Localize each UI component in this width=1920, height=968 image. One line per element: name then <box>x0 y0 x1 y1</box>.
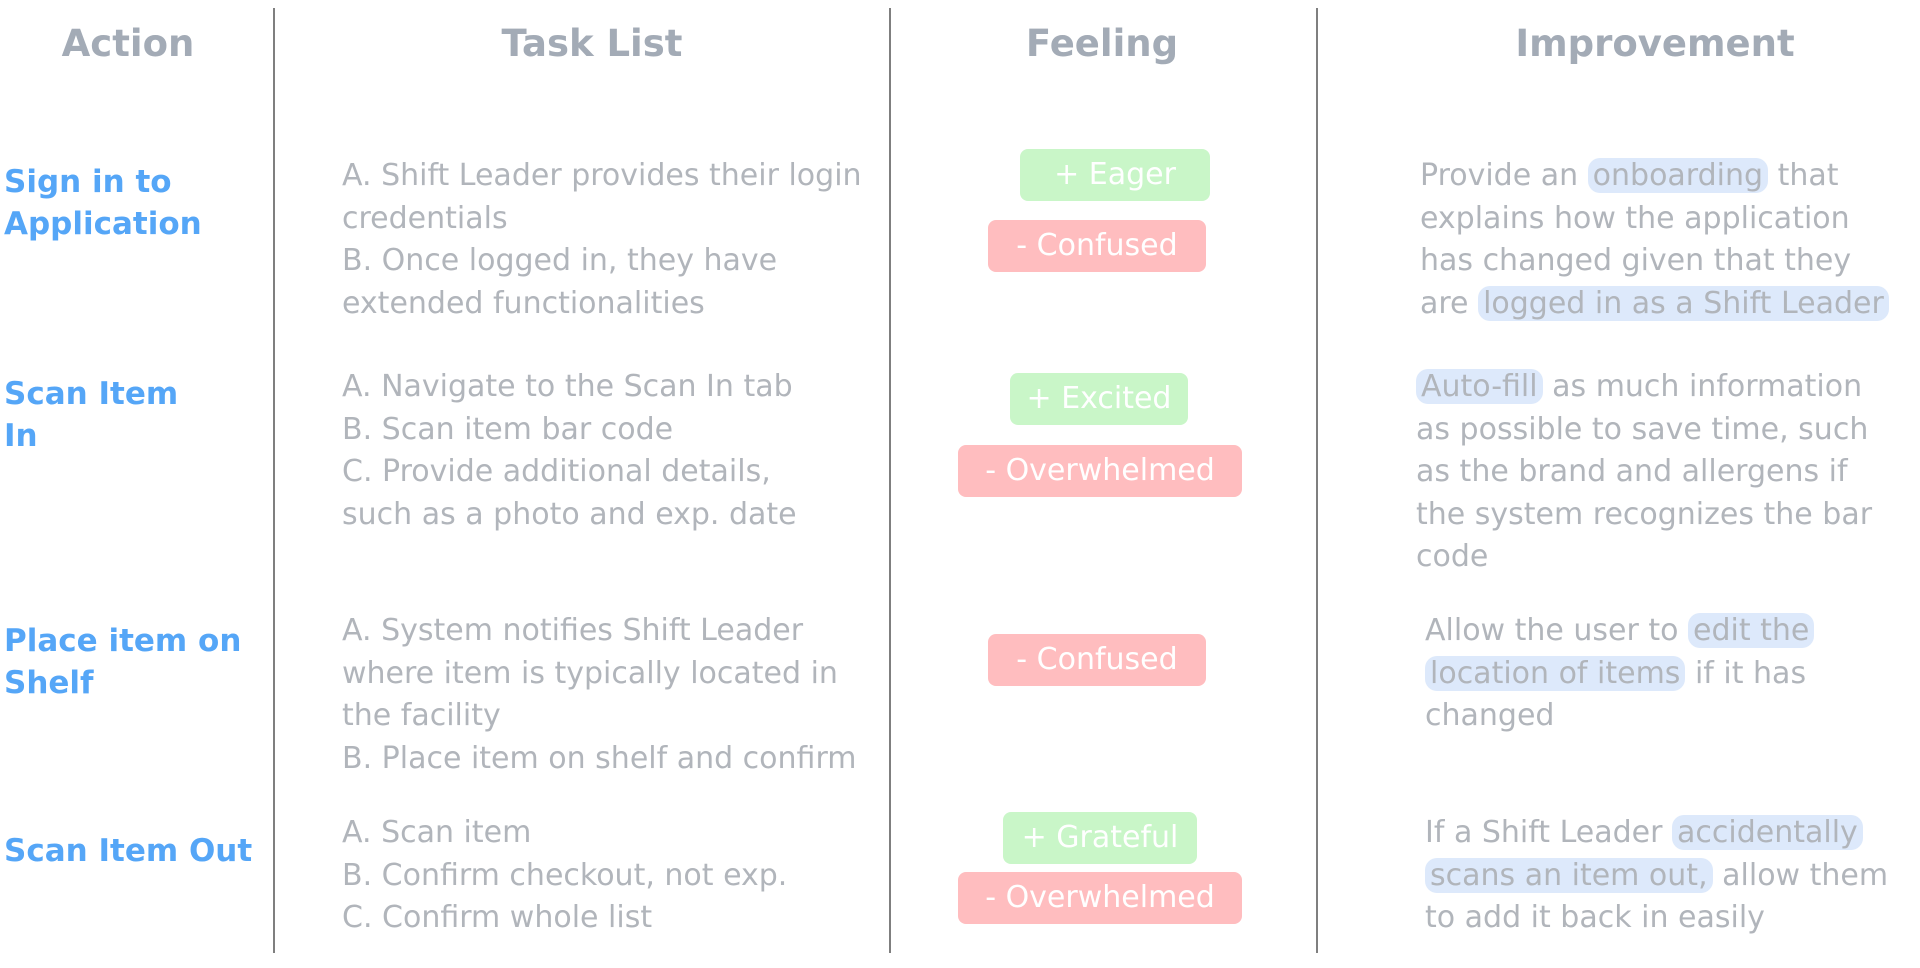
improvement-line: changed <box>1425 698 1555 733</box>
improvement-text: are <box>1420 285 1479 321</box>
highlighted-term: location of items <box>1425 655 1686 691</box>
action-line: Shelf <box>4 665 94 701</box>
task-line: such as a photo and exp. date <box>342 496 797 532</box>
action-line: In <box>4 418 38 454</box>
header-feeling: Feeling <box>1025 22 1179 65</box>
action-line: Place item on <box>4 623 242 659</box>
improvement-text: allow them <box>1712 857 1889 893</box>
improvement-line: as possible to save time, such <box>1416 411 1869 447</box>
task-line: where item is typically located in <box>342 655 838 691</box>
feeling-badge-negative: - Overwhelmed <box>958 872 1242 924</box>
action-sign-in: Sign in to Application <box>4 161 202 245</box>
highlighted-term: Auto-fill <box>1416 369 1543 404</box>
header-task-list: Task List <box>501 22 683 65</box>
improvement-text: Provide an <box>1420 158 1588 193</box>
task-line: the facility <box>342 698 501 733</box>
action-line: Scan Item Out <box>4 833 253 869</box>
improvement-text: as much information <box>1542 369 1863 404</box>
action-place-item: Place item on Shelf <box>4 620 241 704</box>
improvement-line: the system recognizes the bar <box>1416 496 1873 532</box>
task-line: B. Place item on shelf and confirm <box>342 740 857 776</box>
highlighted-term: edit the <box>1688 613 1815 648</box>
task-line: extended functionalities <box>342 285 705 321</box>
improvement-line: Provide an onboarding that <box>1420 155 1889 198</box>
improvement-line: are logged in as a Shift Leader <box>1420 283 1889 326</box>
feeling-badge-negative: - Confused <box>988 634 1206 686</box>
header-improvement: Improvement <box>1515 22 1795 65</box>
task-line: C. Confirm whole list <box>342 900 653 935</box>
improvement-text: If a Shift Leader <box>1425 815 1672 850</box>
task-line: A. Shift Leader provides their login <box>342 158 862 193</box>
task-list-scan-item-in: A. Navigate to the Scan In tab B. Scan i… <box>342 366 797 536</box>
task-list-sign-in: A. Shift Leader provides their login cre… <box>342 155 862 325</box>
highlighted-term: logged in as a Shift Leader <box>1478 285 1889 321</box>
task-list-scan-item-out: A. Scan item B. Confirm checkout, not ex… <box>342 812 787 940</box>
task-line: A. Scan item <box>342 815 532 850</box>
task-line: A. System notifies Shift Leader <box>342 613 804 648</box>
improvement-text: if it has <box>1685 655 1807 691</box>
task-line: B. Once logged in, they have <box>342 243 778 278</box>
improvement-text: Allow the user to <box>1425 613 1689 648</box>
highlighted-term: onboarding <box>1587 158 1769 193</box>
task-line: C. Provide additional details, <box>342 454 771 489</box>
task-line: A. Navigate to the Scan In tab <box>342 369 793 404</box>
improvement-line: as the brand and allergens if <box>1416 454 1848 489</box>
action-line: Sign in to <box>4 164 172 200</box>
highlighted-term: accidentally <box>1672 815 1863 850</box>
task-line: B. Confirm checkout, not exp. <box>342 857 788 893</box>
improvement-scan-item-out: If a Shift Leader accidentally scans an … <box>1425 812 1888 940</box>
improvement-line: Auto-fill as much information <box>1416 366 1872 409</box>
improvement-sign-in: Provide an onboarding that explains how … <box>1420 155 1889 325</box>
action-line: Application <box>4 206 202 242</box>
column-divider <box>273 8 275 953</box>
improvement-line: explains how the application <box>1420 200 1850 236</box>
improvement-line: If a Shift Leader accidentally <box>1425 812 1888 855</box>
action-scan-item-out: Scan Item Out <box>4 830 252 872</box>
column-divider <box>1316 8 1318 953</box>
improvement-line: location of items if it has <box>1425 653 1814 696</box>
feeling-badge-negative: - Overwhelmed <box>958 445 1242 497</box>
feeling-badge-positive: + Excited <box>1010 373 1188 425</box>
improvement-scan-item-in: Auto-fill as much information as possibl… <box>1416 366 1872 579</box>
improvement-line: has changed given that they <box>1420 243 1852 278</box>
action-line: Scan Item <box>4 376 179 412</box>
improvement-line: to add it back in easily <box>1425 900 1765 935</box>
feeling-badge-positive: + Eager <box>1020 149 1210 201</box>
feeling-badge-positive: + Grateful <box>1003 812 1197 864</box>
improvement-line: code <box>1416 539 1489 574</box>
improvement-line: Allow the user to edit the <box>1425 610 1815 653</box>
improvement-text: that <box>1768 158 1839 193</box>
task-line: B. Scan item bar code <box>342 411 674 447</box>
task-list-place-item: A. System notifies Shift Leader where it… <box>342 610 856 780</box>
header-action: Action <box>61 22 195 65</box>
feeling-badge-negative: - Confused <box>988 220 1206 272</box>
column-divider <box>889 8 891 953</box>
highlighted-term: scans an item out, <box>1425 857 1713 893</box>
improvement-place-item: Allow the user to edit the location of i… <box>1425 610 1815 738</box>
improvement-line: scans an item out, allow them <box>1425 855 1888 898</box>
action-scan-item-in: Scan Item In <box>4 373 178 457</box>
task-line: credentials <box>342 200 508 236</box>
